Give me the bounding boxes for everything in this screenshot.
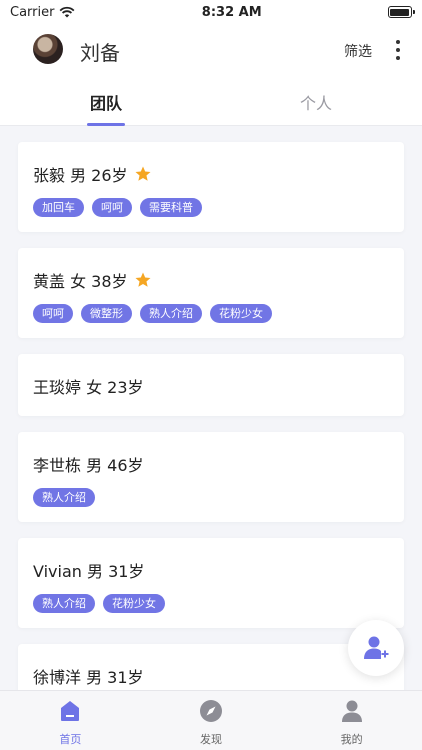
more-dot (396, 40, 400, 44)
tag: 熟人介绍 (140, 304, 202, 323)
filter-button[interactable]: 筛选 (344, 41, 372, 61)
tag-list: 呵呵 微整形 熟人介绍 花粉少女 (33, 304, 272, 323)
tab-personal[interactable]: 个人 (276, 90, 356, 114)
tag: 微整形 (81, 304, 132, 323)
member-title: 徐博洋 男 31岁 (33, 668, 144, 687)
member-card[interactable]: 王琰婷 女 23岁 (18, 354, 404, 416)
tag: 熟人介绍 (33, 594, 95, 613)
member-title-row: 徐博洋 男 31岁 (33, 664, 144, 688)
tag: 呵呵 (92, 198, 132, 217)
tag: 花粉少女 (103, 594, 165, 613)
nav-home[interactable]: 首页 (0, 691, 141, 750)
member-title-row: 李世栋 男 46岁 (33, 452, 144, 476)
home-icon (61, 701, 80, 721)
more-dot (396, 56, 400, 60)
user-name: 刘备 (80, 41, 120, 65)
member-card[interactable]: 黄盖 女 38岁 呵呵 微整形 熟人介绍 花粉少女 (18, 248, 404, 338)
tag-list: 熟人介绍 花粉少女 (33, 594, 165, 613)
add-user-icon (364, 636, 389, 659)
add-member-button[interactable] (348, 620, 404, 676)
member-title: 王琰婷 女 23岁 (33, 378, 144, 397)
member-title: 李世栋 男 46岁 (33, 456, 144, 475)
header: 刘备 筛选 团队 个人 (0, 24, 422, 126)
member-title: Vivian 男 31岁 (33, 562, 145, 581)
header-top: 刘备 筛选 (0, 34, 422, 66)
nav-profile[interactable]: 我的 (281, 691, 422, 750)
bottom-nav: 首页 发现 我的 (0, 690, 422, 750)
wifi-icon (60, 6, 75, 18)
tag: 花粉少女 (210, 304, 272, 323)
screen: Carrier 8:32 AM 刘备 筛选 团队 个人 张毅 男 26岁 加回车… (0, 0, 422, 750)
compass-icon (200, 700, 222, 722)
star-icon (135, 272, 151, 287)
star-icon (135, 166, 151, 181)
tag-list: 熟人介绍 (33, 488, 95, 507)
status-bar: Carrier 8:32 AM (0, 0, 422, 24)
member-title-row: 黄盖 女 38岁 (33, 268, 152, 292)
member-title-row: Vivian 男 31岁 (33, 558, 144, 582)
member-list: 张毅 男 26岁 加回车 呵呵 需要科普 黄盖 女 38岁 呵呵 微整形 熟人介… (0, 126, 422, 690)
profile-icon (341, 700, 362, 722)
status-left: Carrier (10, 5, 75, 20)
member-title: 张毅 男 26岁 (33, 166, 128, 185)
tag: 加回车 (33, 198, 84, 217)
member-title: 黄盖 女 38岁 (33, 272, 128, 291)
member-title-row: 王琰婷 女 23岁 (33, 374, 144, 398)
nav-label: 发现 (200, 733, 222, 746)
nav-label: 我的 (340, 733, 363, 746)
avatar[interactable] (33, 34, 63, 64)
status-time: 8:32 AM (201, 4, 262, 20)
member-card[interactable]: Vivian 男 31岁 熟人介绍 花粉少女 (18, 538, 404, 628)
nav-discover[interactable]: 发现 (141, 691, 282, 750)
carrier-label: Carrier (10, 4, 55, 20)
member-card[interactable]: 李世栋 男 46岁 熟人介绍 (18, 432, 404, 522)
tag: 需要科普 (140, 198, 202, 217)
tag: 呵呵 (33, 304, 73, 323)
tag: 熟人介绍 (33, 488, 95, 507)
tab-bar: 团队 个人 (0, 88, 422, 126)
more-options-icon[interactable] (388, 38, 408, 62)
member-card[interactable]: 张毅 男 26岁 加回车 呵呵 需要科普 (18, 142, 404, 232)
more-dot (396, 48, 400, 52)
tag-list: 加回车 呵呵 需要科普 (33, 198, 202, 217)
nav-label: 首页 (59, 733, 82, 746)
member-card[interactable]: 徐博洋 男 31岁 (18, 644, 404, 690)
battery-icon (387, 6, 415, 18)
tab-team[interactable]: 团队 (66, 90, 146, 114)
member-title-row: 张毅 男 26岁 (33, 162, 152, 186)
